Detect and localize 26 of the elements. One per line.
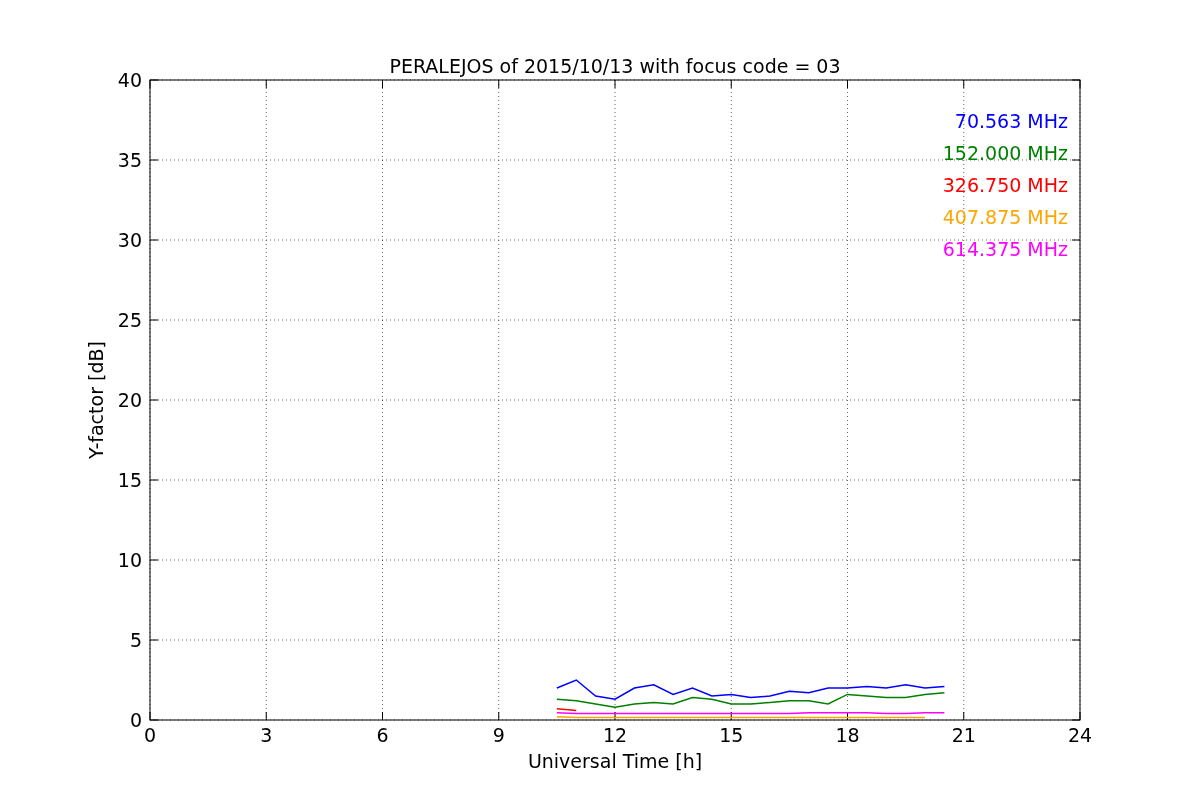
tick-label: 5 xyxy=(129,629,142,651)
x-axis-label: Universal Time [h] xyxy=(527,750,703,772)
tick-label: 6 xyxy=(376,724,389,746)
tick-label: 40 xyxy=(117,69,142,91)
tick-label: 18 xyxy=(835,724,860,746)
legend-label: 152.000 MHz xyxy=(942,142,1068,164)
tick-label: 20 xyxy=(117,389,142,411)
tick-label: 35 xyxy=(117,149,142,171)
tick-label: 9 xyxy=(492,724,505,746)
tick-label: 10 xyxy=(117,549,142,571)
tick-label: 21 xyxy=(951,724,976,746)
tick-label: 0 xyxy=(143,724,157,746)
tick-label: 12 xyxy=(602,724,628,746)
legend-label: 407.875 MHz xyxy=(942,206,1068,228)
legend-label: 70.563 MHz xyxy=(954,110,1068,132)
chart-title: PERALEJOS of 2015/10/13 with focus code = 03 xyxy=(389,55,841,77)
tick-label: 25 xyxy=(117,309,142,331)
y-axis-label: Y-factor [dB] xyxy=(85,341,107,459)
tick-label: 15 xyxy=(117,469,142,491)
tick-label: 15 xyxy=(719,724,744,746)
legend-label: 614.375 MHz xyxy=(942,238,1068,260)
tick-label: 3 xyxy=(260,724,273,746)
tick-label: 30 xyxy=(117,229,142,251)
legend-label: 326.750 MHz xyxy=(942,174,1068,196)
tick-label: 0 xyxy=(129,709,142,731)
tick-label: 24 xyxy=(1067,724,1093,746)
